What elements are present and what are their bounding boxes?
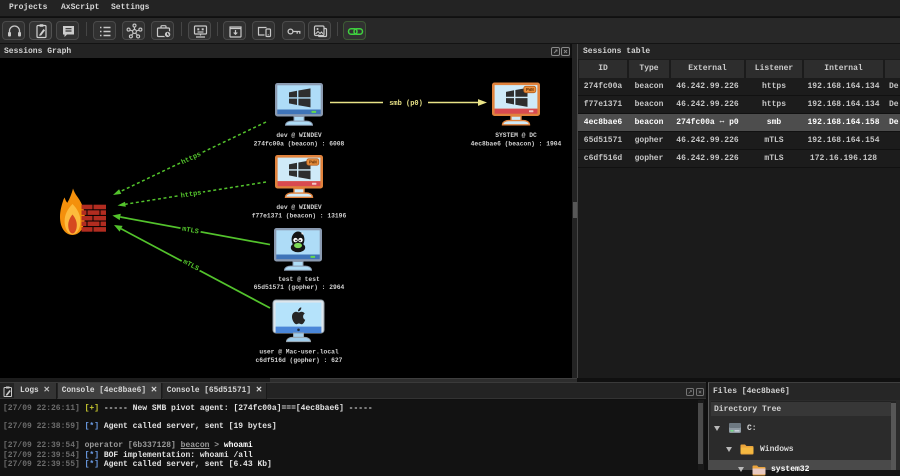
svg-text:user @ Mac-user.local: user @ Mac-user.local	[259, 349, 339, 356]
svg-text:dev @ WINDEV: dev @ WINDEV	[276, 132, 322, 139]
svg-text:274fc00a (beacon) : 6008: 274fc00a (beacon) : 6008	[254, 141, 345, 148]
svg-text:SYSTEM @ DC: SYSTEM @ DC	[495, 132, 537, 139]
svg-text:f77e1371 (beacon) : 13196: f77e1371 (beacon) : 13196	[252, 213, 347, 220]
svg-text:4ec8bae6 (beacon) : 1904: 4ec8bae6 (beacon) : 1904	[471, 141, 562, 148]
svg-text:https: https	[180, 189, 202, 200]
svg-text:smb (p0): smb (p0)	[389, 100, 423, 108]
svg-text:mTLS: mTLS	[181, 226, 199, 237]
svg-text:dev @ WINDEV: dev @ WINDEV	[276, 204, 322, 211]
svg-text:mTLS: mTLS	[181, 258, 200, 273]
svg-text:65d51571 (gopher) : 2964: 65d51571 (gopher) : 2964	[254, 284, 345, 291]
svg-text:c6df516d (gopher) : 627: c6df516d (gopher) : 627	[256, 357, 343, 364]
svg-text:https: https	[180, 151, 202, 167]
svg-text:test @ test: test @ test	[278, 276, 320, 283]
